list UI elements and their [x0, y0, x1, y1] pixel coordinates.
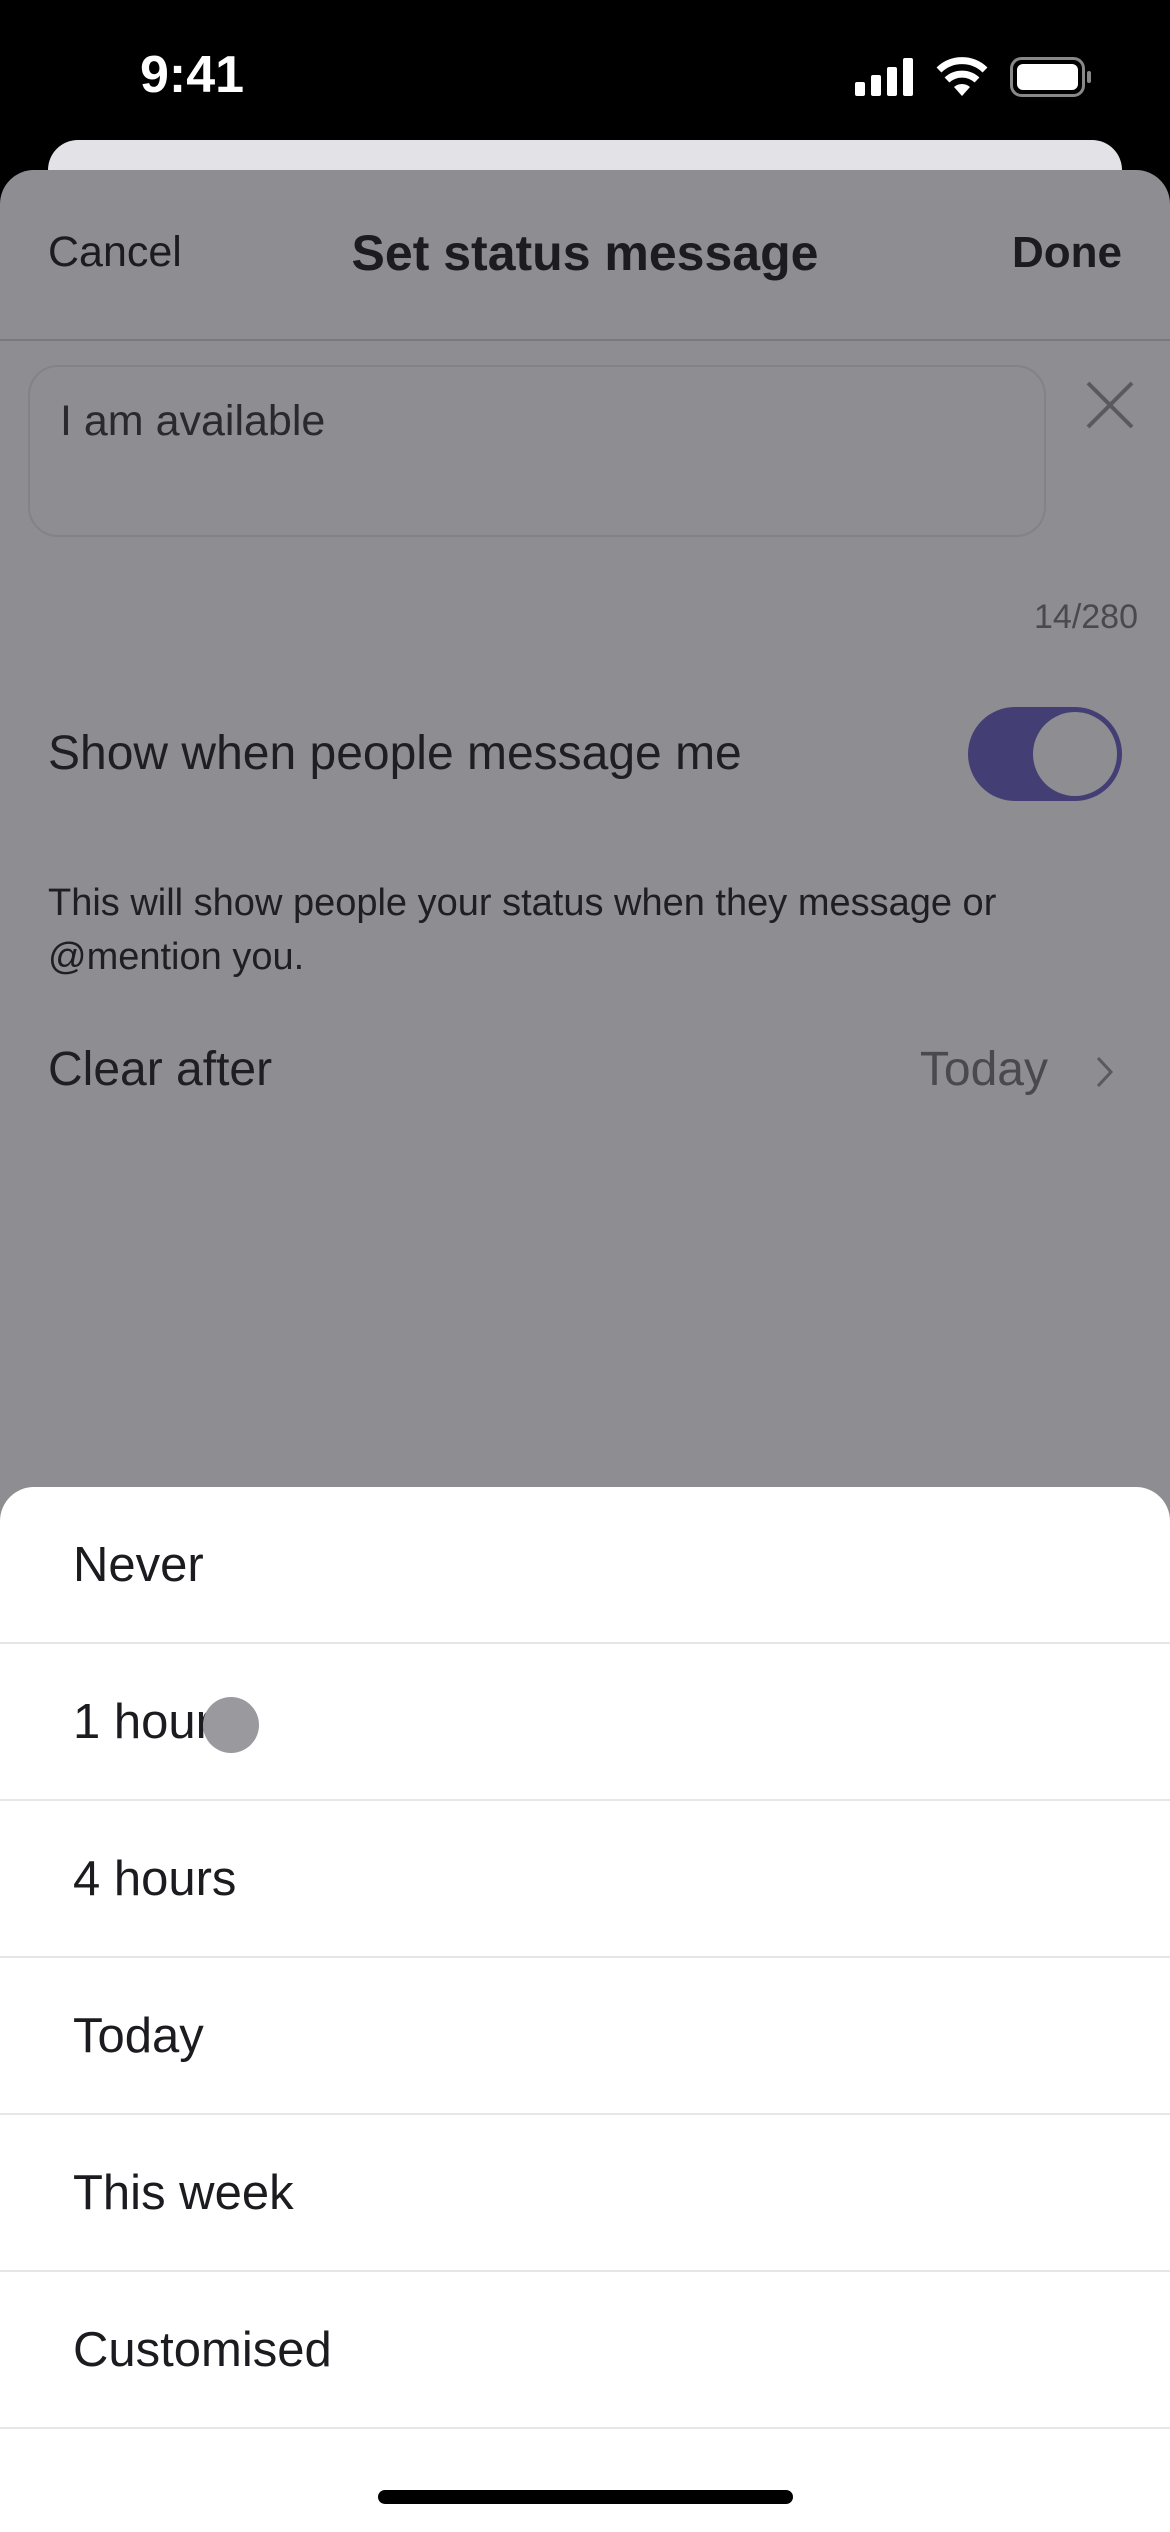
clear-after-options-sheet: Never 1 hour 4 hours Today This week Cus… [0, 1487, 1170, 2532]
chevron-right-icon [1096, 1056, 1114, 1088]
option-1-hour[interactable]: 1 hour [0, 1644, 1170, 1801]
status-message-input[interactable] [60, 397, 960, 446]
show-when-messaged-description: This will show people your status when t… [48, 882, 997, 978]
battery-icon [1010, 57, 1091, 97]
status-bar: 9:41 [0, 0, 1170, 140]
clear-after-value: Today [919, 1043, 1048, 1096]
status-time: 9:41 [140, 46, 245, 104]
option-label: 1 hour [73, 1694, 212, 1749]
toggle-knob [1033, 712, 1117, 796]
clear-after-row[interactable]: Clear after Today [0, 1020, 1170, 1120]
close-icon[interactable] [1085, 380, 1135, 430]
character-counter: 14/280 [1034, 598, 1138, 636]
option-never[interactable]: Never [0, 1487, 1170, 1644]
status-message-field[interactable] [28, 365, 1046, 537]
option-label: Customised [73, 2322, 332, 2377]
clear-after-label: Clear after [48, 1043, 273, 1096]
done-button[interactable]: Done [1012, 228, 1122, 278]
show-when-messaged-label: Show when people message me [48, 727, 742, 780]
divider [0, 339, 1170, 341]
cancel-button[interactable]: Cancel [48, 228, 182, 277]
option-label: This week [73, 2165, 294, 2220]
option-this-week[interactable]: This week [0, 2115, 1170, 2272]
option-customised[interactable]: Customised [0, 2272, 1170, 2429]
cellular-signal-icon [855, 58, 913, 96]
show-when-messaged-toggle[interactable] [968, 707, 1122, 801]
option-4-hours[interactable]: 4 hours [0, 1801, 1170, 1958]
touch-indicator [203, 1697, 259, 1753]
option-today[interactable]: Today [0, 1958, 1170, 2115]
option-label: 4 hours [73, 1851, 237, 1906]
option-label: Never [73, 1537, 204, 1592]
wifi-icon [936, 57, 988, 96]
home-indicator[interactable] [378, 2490, 793, 2504]
option-label: Today [73, 2008, 204, 2063]
